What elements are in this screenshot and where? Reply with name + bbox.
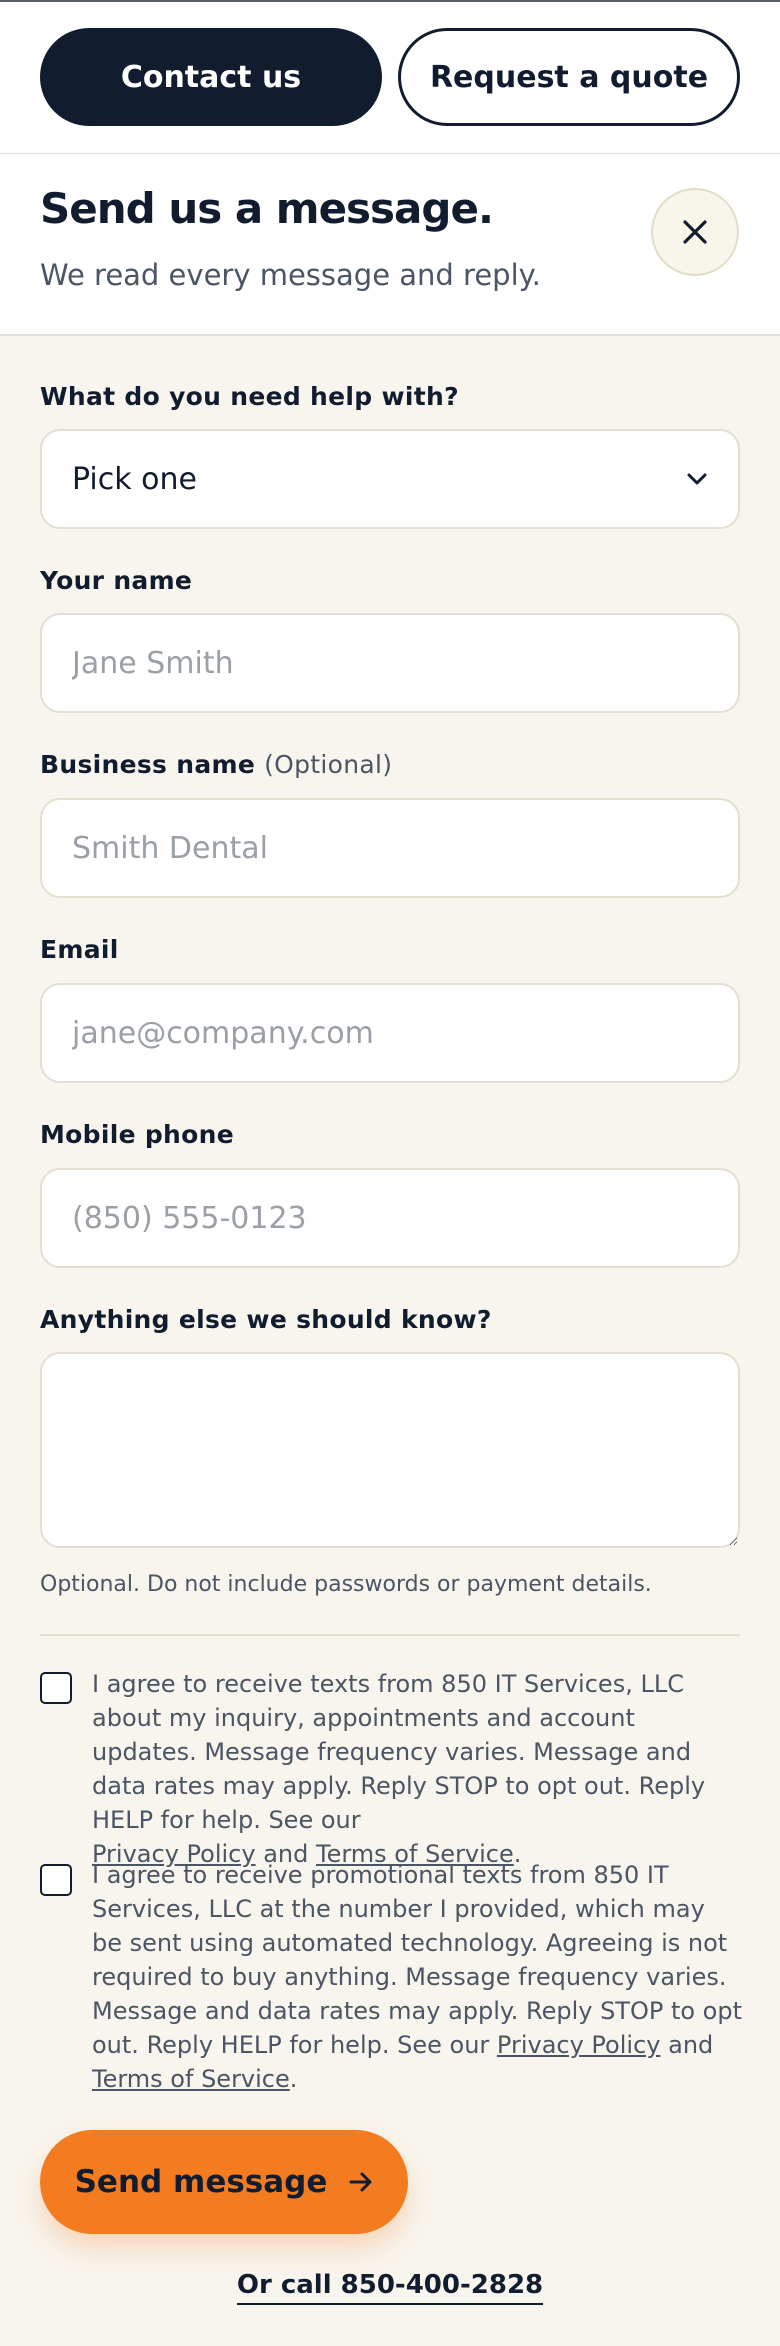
phone-input[interactable] (40, 1168, 740, 1268)
email-input[interactable] (40, 983, 740, 1083)
consent-transactional-body: I agree to receive texts from 850 IT Ser… (92, 1670, 706, 1834)
email-label: Email (40, 935, 119, 964)
help-select[interactable]: Pick one (40, 429, 740, 529)
consent-transactional-checkbox[interactable] (40, 1672, 72, 1704)
optional-tag: (Optional) (264, 750, 393, 779)
help-select-value: Pick one (72, 461, 197, 497)
notes-label: Anything else we should know? (40, 1305, 492, 1334)
close-icon (683, 220, 707, 244)
business-label: Business name (Optional) (40, 750, 392, 779)
call-phone-link[interactable]: Or call 850-400-2828 (236, 2270, 544, 2305)
name-input[interactable] (40, 613, 740, 713)
consent-promotional-text: I agree to receive promotional texts fro… (92, 1858, 742, 2096)
top-action-bar: Contact us Request a quote (0, 0, 780, 154)
notes-hint: Optional. Do not include passwords or pa… (40, 1572, 652, 1597)
consent-promotional-body: I agree to receive promotional texts fro… (92, 1861, 743, 2059)
help-label: What do you need help with? (40, 382, 459, 411)
call-link: Or call 850-400-2828 (0, 2270, 780, 2305)
send-message-button[interactable]: Send message (40, 2130, 408, 2234)
consent-promotional-checkbox[interactable] (40, 1864, 72, 1896)
divider (40, 1634, 740, 1636)
form-subtitle: We read every message and reply. (40, 258, 541, 292)
chevron-down-icon (687, 473, 707, 485)
consent-transactional-text: I agree to receive texts from 850 IT Ser… (92, 1667, 742, 1871)
phone-label: Mobile phone (40, 1120, 234, 1149)
consent-and: and (668, 2031, 714, 2059)
consent-end: . (289, 2065, 298, 2093)
send-message-label: Send message (74, 2164, 328, 2200)
request-quote-button[interactable]: Request a quote (398, 28, 740, 126)
business-label-text: Business name (40, 750, 256, 779)
business-input[interactable] (40, 798, 740, 898)
contact-us-button[interactable]: Contact us (40, 28, 382, 126)
form-header: Send us a message. We read every message… (0, 154, 780, 336)
name-label: Your name (40, 566, 193, 595)
form-title: Send us a message. (40, 184, 494, 233)
notes-textarea[interactable] (40, 1352, 740, 1548)
close-button[interactable] (651, 188, 739, 276)
arrow-right-icon (349, 2172, 372, 2192)
privacy-policy-link[interactable]: Privacy Policy (497, 2031, 661, 2059)
terms-of-service-link[interactable]: Terms of Service (92, 2065, 290, 2093)
